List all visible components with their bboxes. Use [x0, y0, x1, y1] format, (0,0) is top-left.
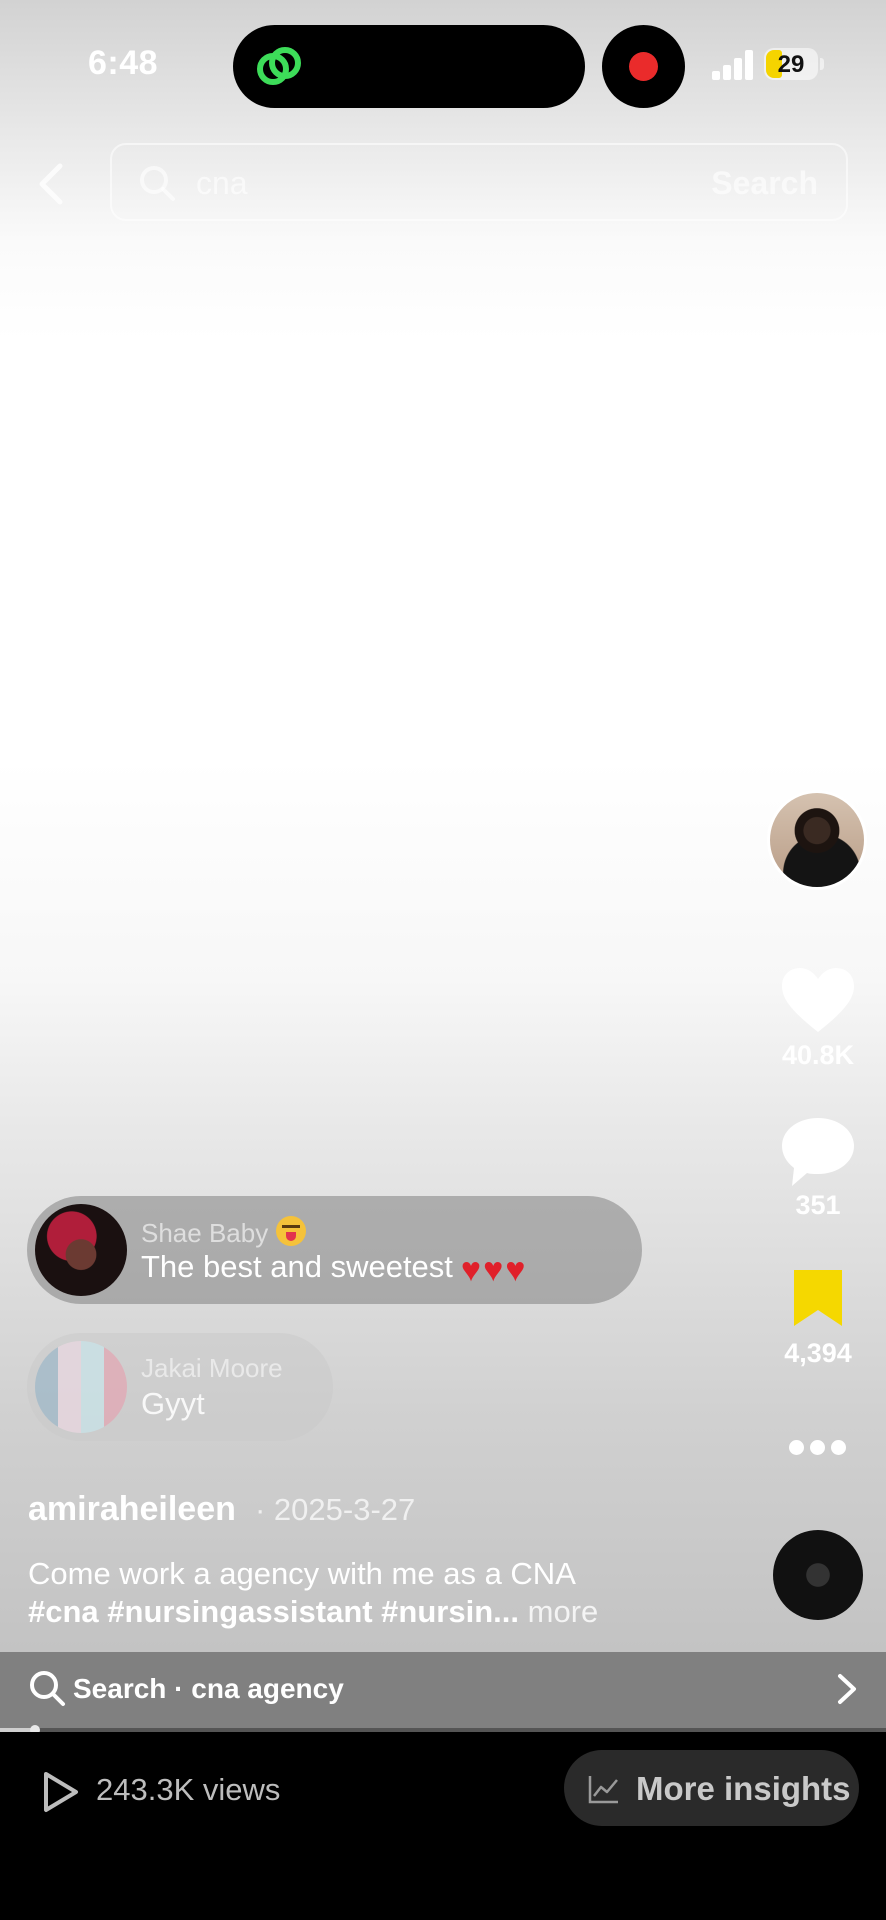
caption-more-link[interactable]: more	[528, 1594, 599, 1629]
view-count: 243.3K views	[96, 1772, 281, 1807]
cellular-signal-icon	[712, 50, 754, 80]
search-query: cna	[196, 165, 248, 201]
status-time: 6:48	[88, 44, 159, 82]
search-icon	[140, 166, 175, 201]
link-app-icon	[257, 47, 301, 85]
comment-icon[interactable]	[780, 1116, 856, 1188]
record-dot-icon	[629, 52, 658, 81]
commenter-avatar	[35, 1204, 127, 1296]
more-insights-button[interactable]: More insights	[564, 1750, 859, 1826]
heart-icon[interactable]	[780, 966, 856, 1034]
search-input[interactable]: cna Search	[110, 143, 848, 221]
related-search-bar[interactable]: Search · cna agency	[0, 1652, 886, 1728]
search-button[interactable]: Search	[711, 165, 818, 202]
related-search-label: Search · cna agency	[73, 1673, 344, 1704]
video-player[interactable]: 6:48 29 cna Search 40.8K 351 4,394 Shae …	[0, 0, 886, 1732]
dynamic-island	[233, 25, 585, 108]
commenter-avatar	[35, 1341, 127, 1433]
chart-icon	[588, 1776, 618, 1804]
comment-text: Gyyt	[141, 1386, 205, 1421]
music-disc-icon[interactable]	[773, 1530, 863, 1620]
red-hearts-icon: ♥♥♥	[460, 1251, 528, 1289]
author-username[interactable]: amiraheileen	[28, 1490, 236, 1529]
comment-bubble[interactable]: Shae Baby The best and sweetest ♥♥♥	[27, 1196, 642, 1304]
battery-icon: 29	[764, 48, 818, 80]
search-icon	[30, 1671, 65, 1706]
more-insights-label: More insights	[636, 1770, 851, 1807]
play-icon	[44, 1772, 78, 1812]
more-options-icon[interactable]	[789, 1440, 846, 1456]
caption-text: Come work a agency with me as a CNA	[28, 1556, 576, 1591]
post-date: · 2025-3-27	[255, 1492, 416, 1527]
comment-bubble[interactable]: Jakai Moore Gyyt	[27, 1333, 333, 1441]
tongue-emoji-icon	[276, 1216, 307, 1246]
chevron-right-icon	[838, 1674, 856, 1704]
creator-avatar[interactable]	[767, 790, 867, 890]
comment-text: The best and sweetest	[141, 1249, 453, 1284]
caption-hashtags[interactable]: #cna #nursingassistant #nursin...	[28, 1594, 519, 1629]
save-count: 4,394	[784, 1338, 852, 1368]
like-count: 40.8K	[781, 1040, 855, 1070]
commenter-name: Shae Baby	[141, 1218, 269, 1248]
screen-recording-indicator	[602, 25, 685, 108]
back-chevron-icon[interactable]	[30, 156, 74, 212]
comment-count: 351	[795, 1190, 841, 1220]
footer-bar: 243.3K views More insights	[0, 1732, 886, 1920]
bookmark-icon[interactable]	[792, 1268, 844, 1328]
battery-level: 29	[777, 51, 805, 78]
commenter-name: Jakai Moore	[141, 1353, 283, 1383]
